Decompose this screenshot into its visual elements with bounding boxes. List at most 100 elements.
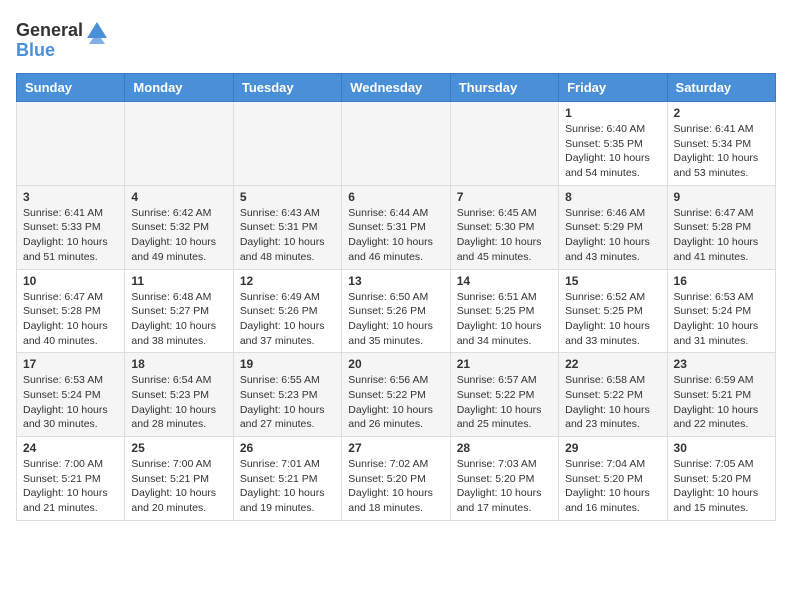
day-number: 17 — [23, 357, 118, 371]
calendar-cell — [17, 102, 125, 186]
day-info: Sunrise: 6:51 AM Sunset: 5:25 PM Dayligh… — [457, 290, 552, 349]
day-number: 15 — [565, 274, 660, 288]
day-info: Sunrise: 6:58 AM Sunset: 5:22 PM Dayligh… — [565, 373, 660, 432]
calendar-cell: 1 Sunrise: 6:40 AM Sunset: 5:35 PM Daylig… — [559, 102, 667, 186]
day-number: 16 — [674, 274, 769, 288]
day-info: Sunrise: 6:55 AM Sunset: 5:23 PM Dayligh… — [240, 373, 335, 432]
day-info: Sunrise: 7:01 AM Sunset: 5:21 PM Dayligh… — [240, 457, 335, 516]
logo-blue-text: Blue — [16, 40, 55, 61]
weekday-header: Saturday — [667, 74, 775, 102]
day-number: 21 — [457, 357, 552, 371]
calendar-week-row: 10 Sunrise: 6:47 AM Sunset: 5:28 PM Dayli… — [17, 269, 776, 353]
day-number: 24 — [23, 441, 118, 455]
day-number: 2 — [674, 106, 769, 120]
day-info: Sunrise: 6:59 AM Sunset: 5:21 PM Dayligh… — [674, 373, 769, 432]
day-number: 1 — [565, 106, 660, 120]
day-info: Sunrise: 6:40 AM Sunset: 5:35 PM Dayligh… — [565, 122, 660, 181]
day-info: Sunrise: 6:53 AM Sunset: 5:24 PM Dayligh… — [23, 373, 118, 432]
calendar-cell: 6 Sunrise: 6:44 AM Sunset: 5:31 PM Daylig… — [342, 185, 450, 269]
calendar-cell: 15 Sunrise: 6:52 AM Sunset: 5:25 PM Dayli… — [559, 269, 667, 353]
day-info: Sunrise: 6:46 AM Sunset: 5:29 PM Dayligh… — [565, 206, 660, 265]
calendar-cell: 13 Sunrise: 6:50 AM Sunset: 5:26 PM Dayli… — [342, 269, 450, 353]
day-number: 13 — [348, 274, 443, 288]
day-number: 29 — [565, 441, 660, 455]
day-info: Sunrise: 7:05 AM Sunset: 5:20 PM Dayligh… — [674, 457, 769, 516]
day-info: Sunrise: 6:41 AM Sunset: 5:33 PM Dayligh… — [23, 206, 118, 265]
calendar-cell: 25 Sunrise: 7:00 AM Sunset: 5:21 PM Dayli… — [125, 437, 233, 521]
calendar-cell: 21Sunrise: 6:57 AM Sunset: 5:22 PM Dayli… — [450, 353, 558, 437]
day-info: Sunrise: 6:54 AM Sunset: 5:23 PM Dayligh… — [131, 373, 226, 432]
calendar-week-row: 1 Sunrise: 6:40 AM Sunset: 5:35 PM Daylig… — [17, 102, 776, 186]
day-number: 23 — [674, 357, 769, 371]
calendar-cell: 3Sunrise: 6:41 AM Sunset: 5:33 PM Daylig… — [17, 185, 125, 269]
day-number: 27 — [348, 441, 443, 455]
calendar-cell: 17 Sunrise: 6:53 AM Sunset: 5:24 PM Dayli… — [17, 353, 125, 437]
calendar-cell: 12 Sunrise: 6:49 AM Sunset: 5:26 PM Dayli… — [233, 269, 341, 353]
day-number: 11 — [131, 274, 226, 288]
day-number: 5 — [240, 190, 335, 204]
calendar-cell: 23 Sunrise: 6:59 AM Sunset: 5:21 PM Dayli… — [667, 353, 775, 437]
calendar-cell: 4 Sunrise: 6:42 AM Sunset: 5:32 PM Daylig… — [125, 185, 233, 269]
calendar-cell: 2 Sunrise: 6:41 AM Sunset: 5:34 PM Daylig… — [667, 102, 775, 186]
calendar-cell: 29 Sunrise: 7:04 AM Sunset: 5:20 PM Dayli… — [559, 437, 667, 521]
day-number: 22 — [565, 357, 660, 371]
day-info: Sunrise: 6:48 AM Sunset: 5:27 PM Dayligh… — [131, 290, 226, 349]
day-info: Sunrise: 6:44 AM Sunset: 5:31 PM Dayligh… — [348, 206, 443, 265]
day-info: Sunrise: 6:41 AM Sunset: 5:34 PM Dayligh… — [674, 122, 769, 181]
calendar-cell: 18 Sunrise: 6:54 AM Sunset: 5:23 PM Dayli… — [125, 353, 233, 437]
day-number: 19 — [240, 357, 335, 371]
day-number: 8 — [565, 190, 660, 204]
logo-general-text: General — [16, 20, 83, 41]
day-info: Sunrise: 6:53 AM Sunset: 5:24 PM Dayligh… — [674, 290, 769, 349]
page-header: General Blue — [16, 16, 776, 61]
day-info: Sunrise: 6:52 AM Sunset: 5:25 PM Dayligh… — [565, 290, 660, 349]
calendar-cell: 24 Sunrise: 7:00 AM Sunset: 5:21 PM Dayli… — [17, 437, 125, 521]
day-info: Sunrise: 6:56 AM Sunset: 5:22 PM Dayligh… — [348, 373, 443, 432]
day-number: 18 — [131, 357, 226, 371]
day-number: 12 — [240, 274, 335, 288]
calendar-cell: 5 Sunrise: 6:43 AM Sunset: 5:31 PM Daylig… — [233, 185, 341, 269]
day-number: 6 — [348, 190, 443, 204]
day-info: Sunrise: 6:47 AM Sunset: 5:28 PM Dayligh… — [674, 206, 769, 265]
weekday-header: Monday — [125, 74, 233, 102]
calendar-cell: 19 Sunrise: 6:55 AM Sunset: 5:23 PM Dayli… — [233, 353, 341, 437]
day-number: 14 — [457, 274, 552, 288]
day-info: Sunrise: 6:50 AM Sunset: 5:26 PM Dayligh… — [348, 290, 443, 349]
day-info: Sunrise: 6:42 AM Sunset: 5:32 PM Dayligh… — [131, 206, 226, 265]
day-number: 9 — [674, 190, 769, 204]
calendar-header-row: SundayMondayTuesdayWednesdayThursdayFrid… — [17, 74, 776, 102]
day-info: Sunrise: 7:00 AM Sunset: 5:21 PM Dayligh… — [23, 457, 118, 516]
calendar-week-row: 24 Sunrise: 7:00 AM Sunset: 5:21 PM Dayli… — [17, 437, 776, 521]
calendar-cell — [342, 102, 450, 186]
calendar-table: SundayMondayTuesdayWednesdayThursdayFrid… — [16, 73, 776, 521]
calendar-cell — [450, 102, 558, 186]
calendar-cell: 22 Sunrise: 6:58 AM Sunset: 5:22 PM Dayli… — [559, 353, 667, 437]
calendar-cell: 26 Sunrise: 7:01 AM Sunset: 5:21 PM Dayli… — [233, 437, 341, 521]
day-info: Sunrise: 6:43 AM Sunset: 5:31 PM Dayligh… — [240, 206, 335, 265]
day-number: 26 — [240, 441, 335, 455]
calendar-cell: 27 Sunrise: 7:02 AM Sunset: 5:20 PM Dayli… — [342, 437, 450, 521]
calendar-cell: 7Sunrise: 6:45 AM Sunset: 5:30 PM Daylig… — [450, 185, 558, 269]
calendar-cell: 8 Sunrise: 6:46 AM Sunset: 5:29 PM Daylig… — [559, 185, 667, 269]
day-number: 20 — [348, 357, 443, 371]
weekday-header: Wednesday — [342, 74, 450, 102]
calendar-cell: 10 Sunrise: 6:47 AM Sunset: 5:28 PM Dayli… — [17, 269, 125, 353]
day-info: Sunrise: 6:49 AM Sunset: 5:26 PM Dayligh… — [240, 290, 335, 349]
weekday-header: Friday — [559, 74, 667, 102]
calendar-cell: 11 Sunrise: 6:48 AM Sunset: 5:27 PM Dayli… — [125, 269, 233, 353]
day-info: Sunrise: 7:02 AM Sunset: 5:20 PM Dayligh… — [348, 457, 443, 516]
day-info: Sunrise: 7:03 AM Sunset: 5:20 PM Dayligh… — [457, 457, 552, 516]
weekday-header: Sunday — [17, 74, 125, 102]
day-number: 25 — [131, 441, 226, 455]
calendar-cell: 9 Sunrise: 6:47 AM Sunset: 5:28 PM Daylig… — [667, 185, 775, 269]
day-info: Sunrise: 6:47 AM Sunset: 5:28 PM Dayligh… — [23, 290, 118, 349]
calendar-week-row: 17 Sunrise: 6:53 AM Sunset: 5:24 PM Dayli… — [17, 353, 776, 437]
logo-icon — [83, 16, 111, 44]
day-info: Sunrise: 7:04 AM Sunset: 5:20 PM Dayligh… — [565, 457, 660, 516]
day-number: 28 — [457, 441, 552, 455]
day-number: 10 — [23, 274, 118, 288]
day-number: 4 — [131, 190, 226, 204]
weekday-header: Tuesday — [233, 74, 341, 102]
day-info: Sunrise: 7:00 AM Sunset: 5:21 PM Dayligh… — [131, 457, 226, 516]
calendar-cell: 30Sunrise: 7:05 AM Sunset: 5:20 PM Dayli… — [667, 437, 775, 521]
